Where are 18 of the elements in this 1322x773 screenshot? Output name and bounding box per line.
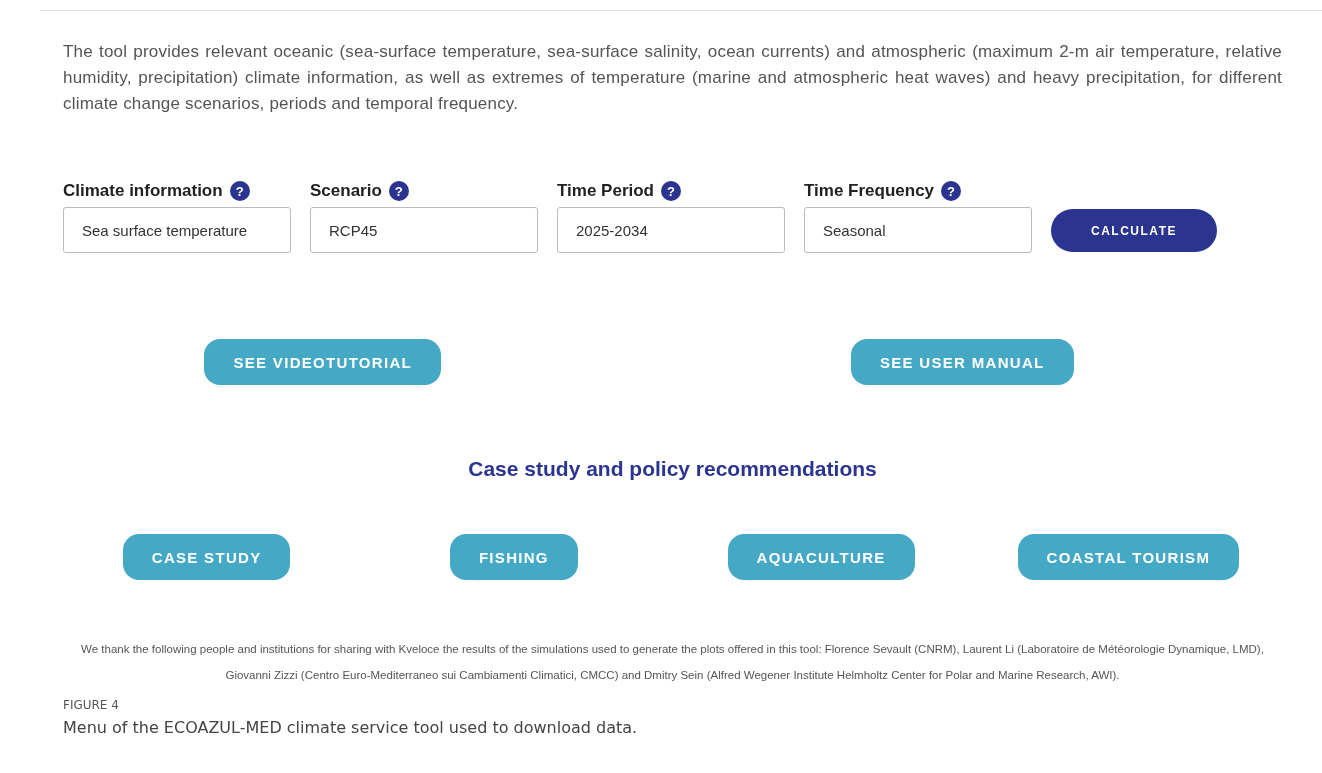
field-label: Time Frequency bbox=[804, 181, 935, 201]
select-field[interactable]: Sea surface temperature bbox=[63, 207, 291, 253]
field-label: Scenario bbox=[310, 181, 382, 201]
section-heading: Case study and policy recommendations bbox=[467, 457, 878, 481]
select-field[interactable]: Seasonal bbox=[804, 207, 1032, 253]
figure-label: FIGURE 4 bbox=[63, 698, 120, 712]
select-field[interactable]: RCP45 bbox=[310, 207, 538, 253]
credits-text: We thank the following people and institutions for sharing with Kveloce the results of the simulations used to generate the plots offered in this tool: Florence Sevault (CNRM), Laurent Li (Laboratoire de Météorologie Dynamique, LMD), Giovanni Zizzi (Centro Euro-Mediterraneo sui Cambiamenti Climatici, CMCC) and Dmitry Sein (Alfred Wegener Institute Helmholtz Center for Polar and Marine Research, AWI). bbox=[80, 642, 1265, 683]
help-icon[interactable]: ? bbox=[388, 181, 409, 201]
field-label: Time Period bbox=[557, 181, 654, 201]
help-icon[interactable]: ? bbox=[229, 181, 250, 201]
help-icon[interactable]: ? bbox=[661, 181, 681, 201]
figure-caption: Menu of the ECOAZUL-MED climate service tool used to download data. bbox=[63, 718, 639, 737]
select-field[interactable]: 2025-2034 bbox=[557, 207, 785, 253]
calculate-button[interactable]: CALCULATE bbox=[1051, 209, 1217, 252]
help-icon[interactable]: ? bbox=[941, 181, 962, 201]
field-label: Climate information bbox=[63, 181, 223, 201]
intro-paragraph: The tool provides relevant oceanic (sea-surface temperature, sea-surface salinity, ocean currents) and atmospheric (maximum 2-m air temperature, relative humidity, precipitation) climate information, as well as extremes of temperature (marine and atmospheric heat waves) and heavy precipitation, for different climate change scenarios, periods and temporal frequency. bbox=[63, 41, 1282, 115]
